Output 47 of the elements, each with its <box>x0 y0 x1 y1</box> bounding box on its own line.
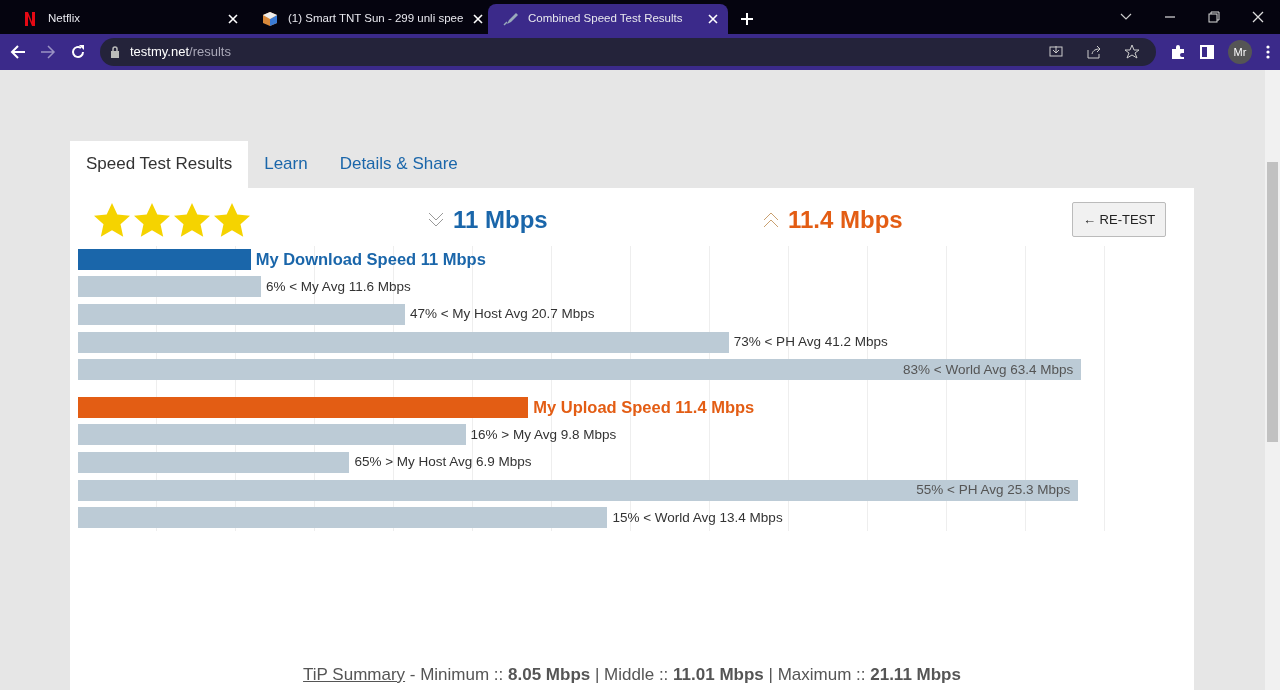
bar-label: My Upload Speed 11.4 Mbps <box>532 396 755 418</box>
forward-icon[interactable] <box>40 44 56 60</box>
scrollbar-thumb[interactable] <box>1267 162 1278 442</box>
browser-tab[interactable]: Combined Speed Test Results <box>488 4 728 34</box>
url-text: testmy.net/results <box>130 43 231 62</box>
bookmark-star-icon[interactable] <box>1124 44 1140 60</box>
lock-icon <box>110 46 120 58</box>
bar-label: My Download Speed 11 Mbps <box>254 248 486 270</box>
bar-label: 65% > My Host Avg 6.9 Mbps <box>353 453 532 472</box>
install-icon[interactable] <box>1048 44 1064 60</box>
scrollbar[interactable] <box>1265 70 1280 690</box>
close-icon[interactable] <box>1251 10 1265 24</box>
letter-n-icon <box>22 11 38 27</box>
browser-tab[interactable]: (1) Smart TNT Sun - 299 unli spee <box>248 4 488 34</box>
profile-avatar[interactable]: Mr <box>1228 40 1252 64</box>
puzzle-icon[interactable] <box>1170 44 1186 60</box>
download-arrows-icon <box>427 210 445 229</box>
page-tab[interactable]: Learn <box>248 141 324 188</box>
back-icon[interactable] <box>10 44 26 60</box>
upload-arrows-icon <box>762 210 780 229</box>
menu-icon[interactable] <box>1266 44 1270 60</box>
browser-tab[interactable]: Netflix <box>8 4 248 34</box>
page-tab[interactable]: Speed Test Results <box>70 141 249 188</box>
side-panel-icon[interactable] <box>1200 45 1214 59</box>
bar-label: 16% > My Avg 9.8 Mbps <box>469 425 617 444</box>
bar-label: 6% < My Avg 11.6 Mbps <box>264 277 411 296</box>
page-tab[interactable]: Details & Share <box>323 141 474 188</box>
reload-icon[interactable] <box>70 44 86 60</box>
share-icon[interactable] <box>1086 44 1102 60</box>
summary-link[interactable]: TiP Summary <box>303 665 406 684</box>
bar-label: 47% < My Host Avg 20.7 Mbps <box>408 305 595 324</box>
download-speed: 11 Mbps <box>453 204 548 235</box>
new-tab-icon[interactable] <box>740 12 754 26</box>
cube-icon <box>262 11 278 27</box>
star-icon <box>213 201 251 238</box>
retest-button[interactable]: ← RE-TEST <box>1072 201 1167 238</box>
bar-label: 73% < PH Avg 41.2 Mbps <box>732 332 888 351</box>
upload-speed: 11.4 Mbps <box>788 204 903 235</box>
bar-label: 83% < World Avg 63.4 Mbps <box>903 360 1074 379</box>
summary-text: TiP Summary - Minimum :: 8.05 Mbps | Middle :: 11.01 Mbps | Maximum :: 21.11 Mbps <box>303 665 961 684</box>
bar-label: 15% < World Avg 13.4 Mbps <box>611 508 783 527</box>
star-icon <box>93 201 131 238</box>
restore-icon[interactable] <box>1207 10 1221 24</box>
bar-label: 55% < PH Avg 25.3 Mbps <box>916 480 1071 499</box>
star-icon <box>133 201 171 238</box>
star-icon <box>173 201 211 238</box>
address-bar[interactable]: testmy.net/results <box>100 38 1156 66</box>
